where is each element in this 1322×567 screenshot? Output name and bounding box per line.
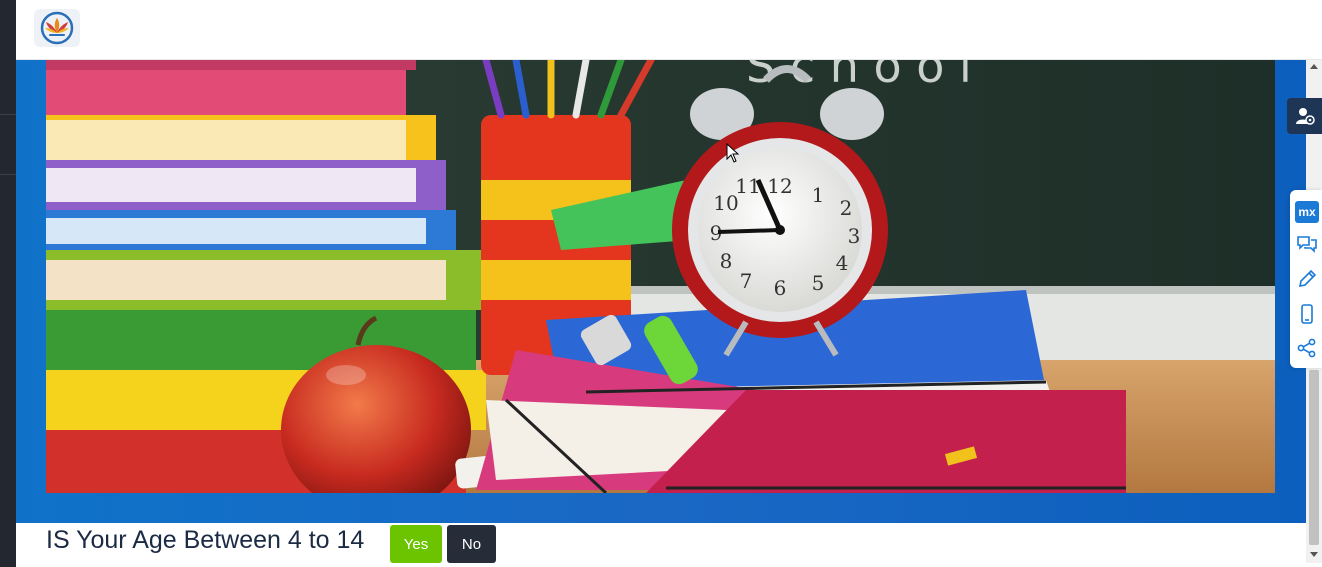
share-button[interactable]: [1293, 334, 1321, 362]
school-supplies-image: S c h o o l 12 1 2 3 4 5 6 7 8 9 10 11: [46, 60, 1275, 493]
mx-button[interactable]: mx: [1293, 198, 1321, 226]
school-supplies-illustration: S c h o o l 12 1 2 3 4 5 6 7 8 9 10 11: [46, 60, 1275, 493]
svg-text:7: 7: [740, 269, 753, 293]
svg-text:6: 6: [774, 276, 787, 300]
svg-text:5: 5: [812, 271, 825, 295]
scroll-thumb[interactable]: [1309, 370, 1319, 545]
left-sidebar-strip: [0, 0, 16, 567]
svg-text:S c h o o l: S c h o o l: [746, 60, 972, 93]
hero-banner: S c h o o l 12 1 2 3 4 5 6 7 8 9 10 11: [16, 60, 1306, 523]
age-question-text: IS Your Age Between 4 to 14: [46, 526, 365, 554]
clock-numeral: 12: [767, 174, 792, 198]
chat-button[interactable]: [1293, 230, 1321, 258]
user-settings-tab[interactable]: [1287, 98, 1322, 134]
svg-text:4: 4: [836, 251, 849, 275]
user-settings-icon: [1295, 108, 1315, 125]
app-logo[interactable]: [34, 9, 80, 47]
scroll-down-arrow-icon[interactable]: [1310, 552, 1318, 557]
sidebar-divider: [0, 174, 16, 175]
age-question-row: IS Your Age Between 4 to 14 Yes No: [16, 523, 1306, 567]
mobile-preview-button[interactable]: [1293, 300, 1321, 328]
sidebar-divider: [0, 114, 16, 115]
chat-icon: [1297, 236, 1317, 253]
side-toolbar: mx: [1290, 190, 1322, 368]
svg-text:8: 8: [720, 249, 733, 273]
no-button[interactable]: No: [447, 525, 496, 563]
svg-text:11: 11: [735, 174, 760, 198]
mouse-cursor-icon: [726, 143, 740, 163]
svg-text:2: 2: [840, 196, 853, 220]
svg-text:1: 1: [812, 183, 825, 207]
lotus-logo-icon: [40, 11, 74, 45]
top-header: [16, 0, 1322, 60]
mobile-icon: [1301, 304, 1313, 324]
scroll-up-arrow-icon[interactable]: [1310, 64, 1318, 69]
edit-button[interactable]: [1293, 265, 1321, 293]
share-icon: [1297, 338, 1316, 358]
pencil-icon: [1298, 269, 1317, 288]
yes-button[interactable]: Yes: [390, 525, 442, 563]
mx-icon: mx: [1295, 201, 1319, 223]
svg-text:3: 3: [848, 224, 861, 248]
